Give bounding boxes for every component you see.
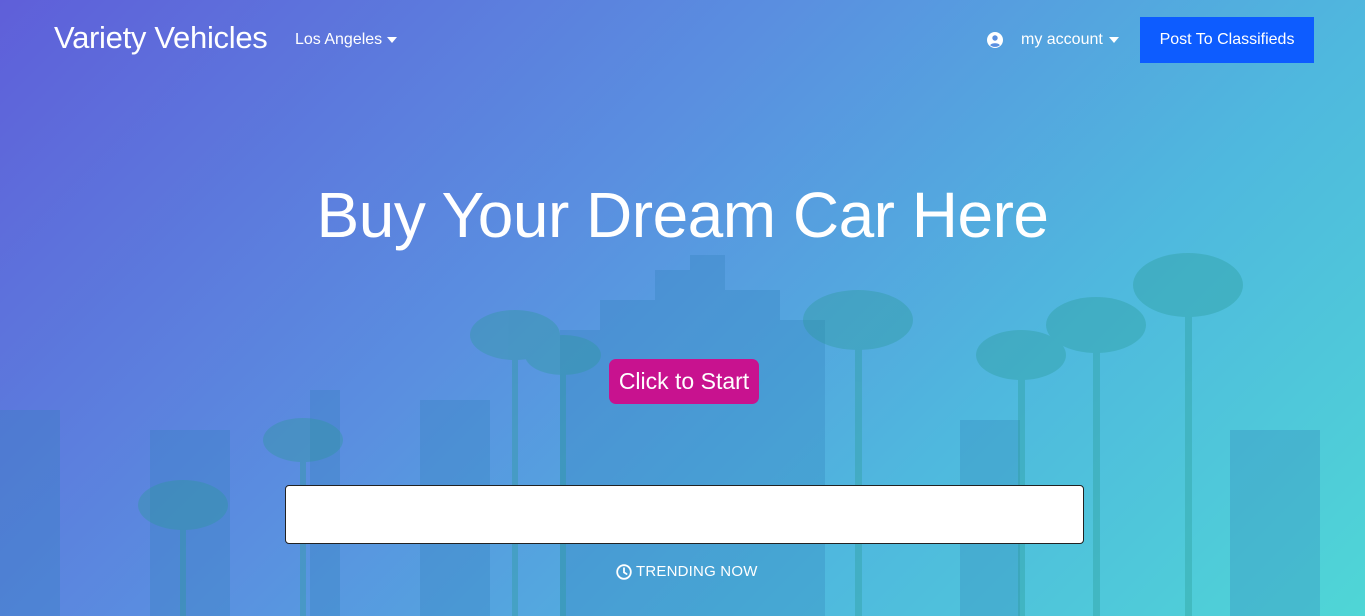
trending-now-link[interactable]: TRENDING NOW <box>616 563 758 580</box>
click-to-start-button[interactable]: Click to Start <box>609 359 759 404</box>
caret-down-icon <box>387 37 398 43</box>
city-label: Los Angeles <box>295 31 383 48</box>
city-selector[interactable]: Los Angeles <box>295 31 398 49</box>
brand-logo[interactable]: Variety Vehicles <box>54 20 268 56</box>
trending-now-label: TRENDING NOW <box>636 563 758 580</box>
caret-down-icon <box>1108 37 1119 43</box>
account-label: my account <box>1021 31 1103 48</box>
top-navbar: Variety Vehicles Los Angeles my account … <box>0 0 1365 80</box>
post-to-classifieds-button[interactable]: Post To Classifieds <box>1140 17 1314 63</box>
hero-headline: Buy Your Dream Car Here <box>316 179 1049 251</box>
account-menu[interactable]: my account <box>987 31 1119 49</box>
search-input[interactable] <box>285 485 1084 544</box>
user-circle-icon <box>987 32 1003 48</box>
clock-icon <box>616 563 632 580</box>
